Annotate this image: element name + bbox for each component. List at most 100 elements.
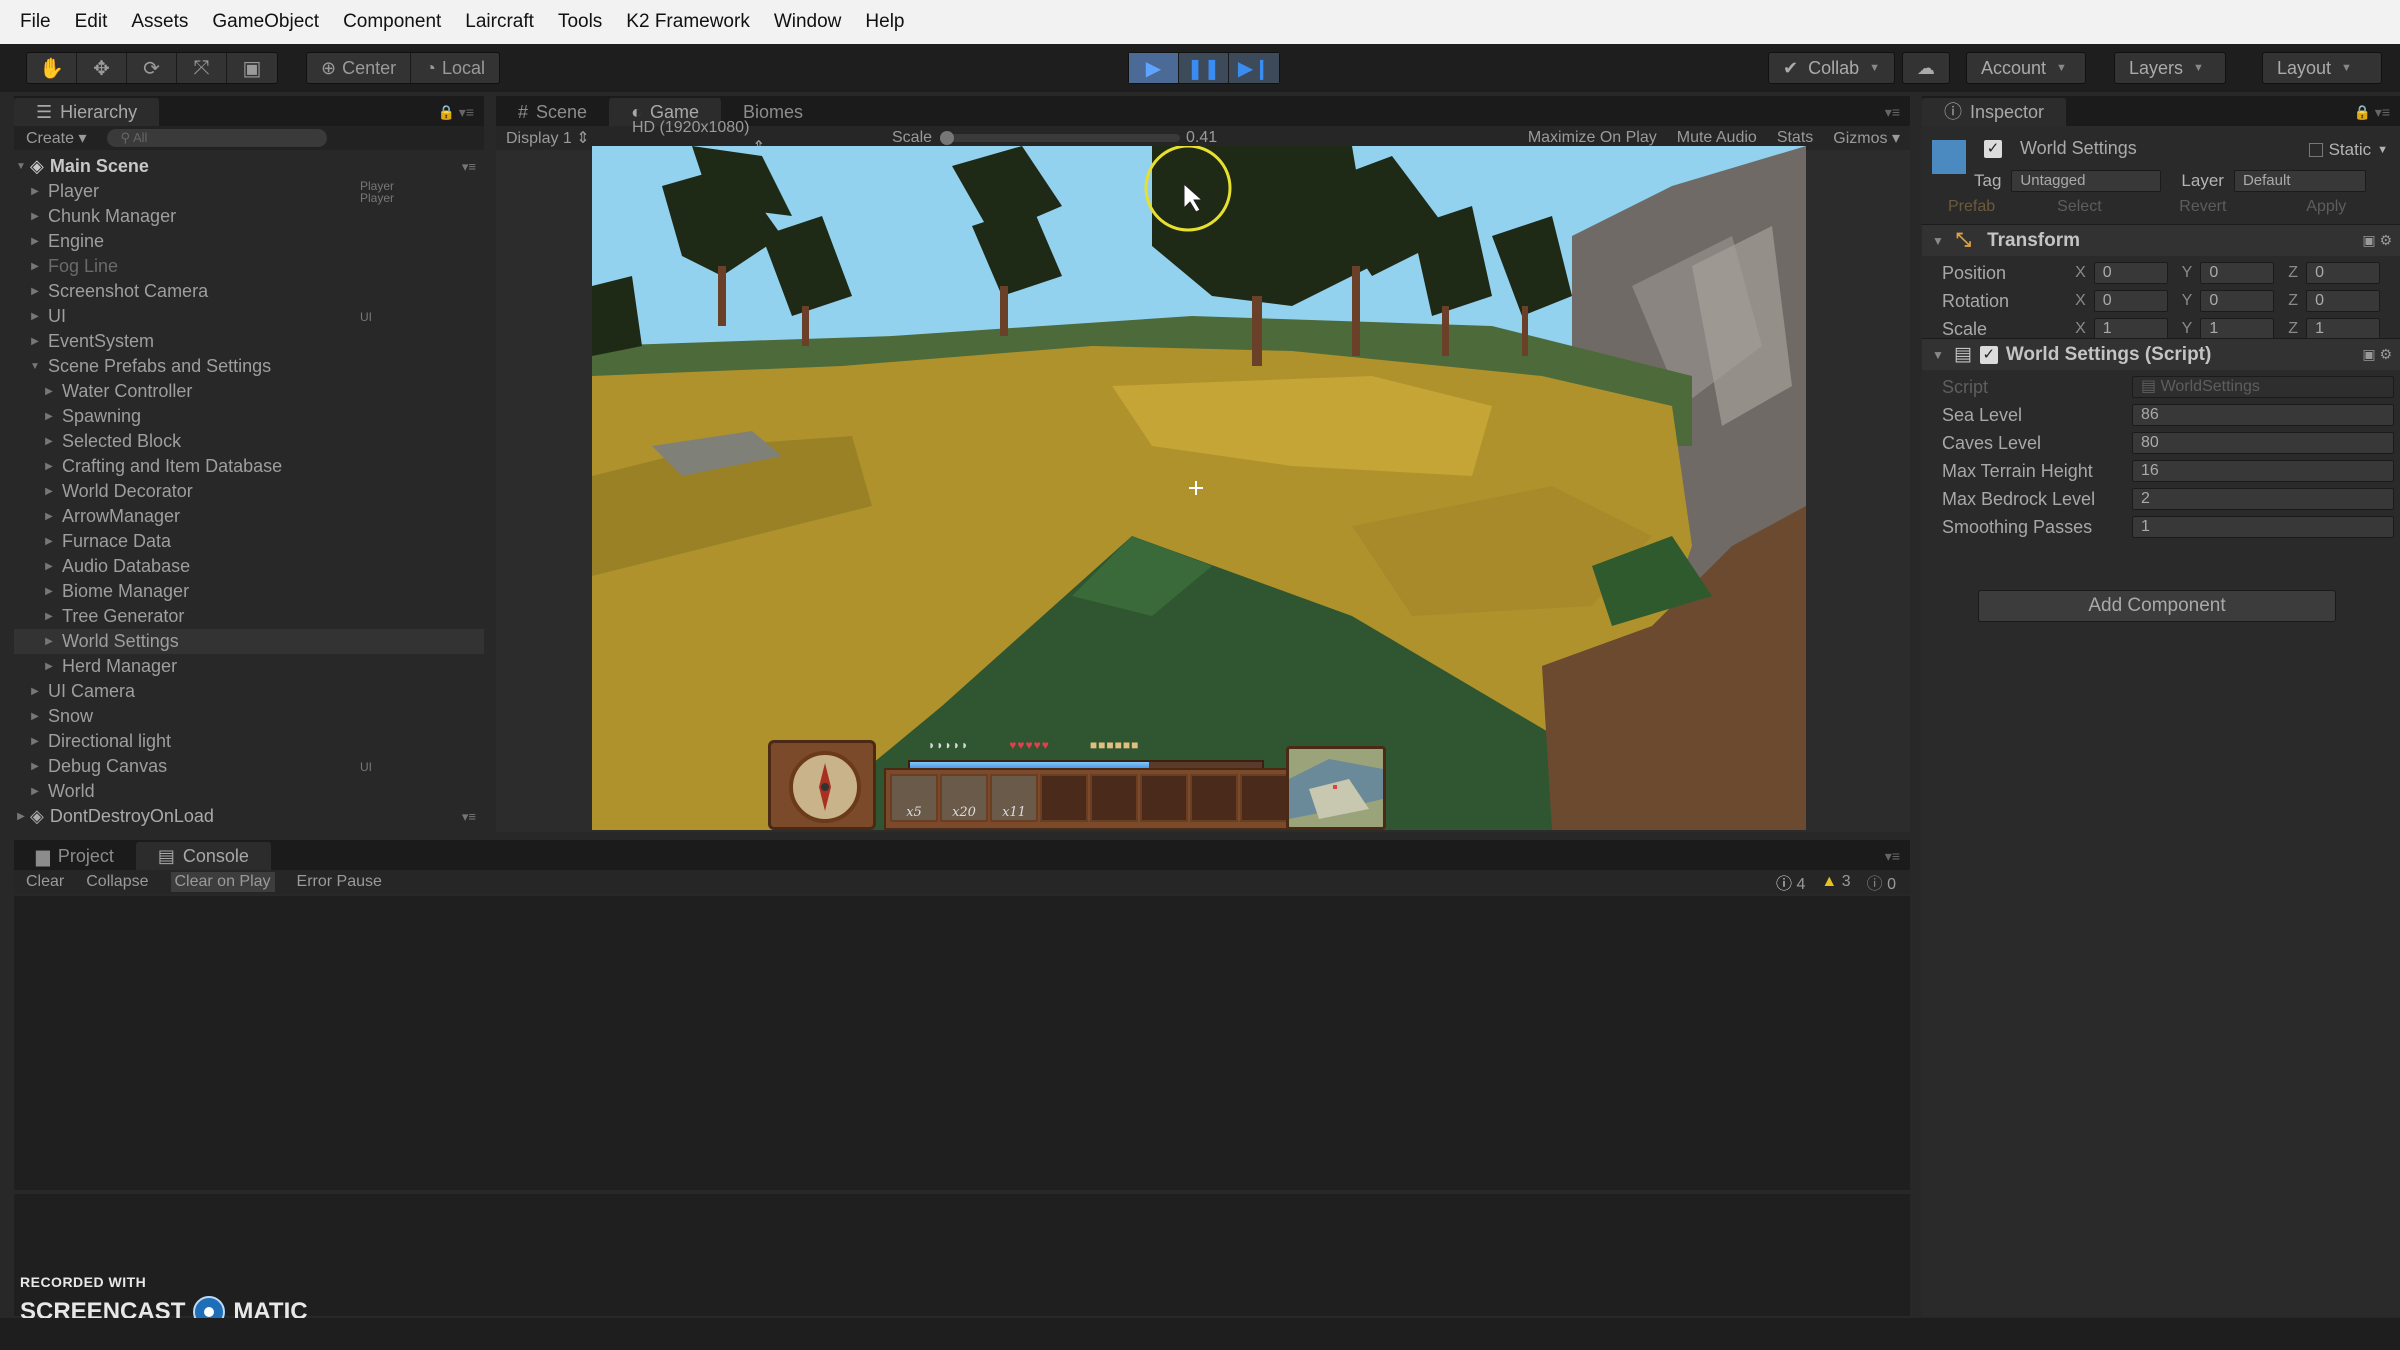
- layer-dropdown[interactable]: Default: [2233, 170, 2366, 192]
- transform-z-field[interactable]: 0: [2306, 290, 2380, 312]
- pivot-local-button[interactable]: ◔ Local: [411, 53, 499, 83]
- hierarchy-item[interactable]: ▶ Fog Line: [14, 254, 484, 279]
- hand-tool-icon[interactable]: ✋: [27, 53, 77, 83]
- panel-menu-icon[interactable]: 🔒 ▾≡: [2353, 98, 2400, 126]
- layout-dropdown[interactable]: Layout ▼: [2262, 52, 2382, 84]
- tab-console[interactable]: ▤ Console: [135, 842, 271, 870]
- rect-tool-icon[interactable]: ▣: [227, 53, 277, 83]
- scene-row[interactable]: ▼ ◈ Main Scene ▾≡: [14, 154, 484, 179]
- script-field-input[interactable]: 1: [2132, 516, 2394, 538]
- move-tool-icon[interactable]: ✥: [77, 53, 127, 83]
- hotbar-slot[interactable]: [1040, 774, 1088, 822]
- hierarchy-item[interactable]: ▶ EventSystem: [14, 329, 484, 354]
- step-button[interactable]: ▶❙: [1229, 53, 1279, 83]
- scene-menu-icon[interactable]: ▾≡: [462, 154, 476, 179]
- scale-slider[interactable]: [940, 131, 1181, 145]
- expand-arrow-icon[interactable]: ▶: [28, 179, 42, 204]
- transform-z-field[interactable]: 0: [2306, 262, 2380, 284]
- hierarchy-item[interactable]: ▶ World Settings: [14, 629, 484, 654]
- transform-y-field[interactable]: 0: [2200, 290, 2275, 312]
- error-filter-toggle[interactable]: ⓘ 0: [1867, 870, 1896, 894]
- error-pause-toggle[interactable]: Error Pause: [297, 873, 382, 891]
- expand-arrow-icon[interactable]: ▶: [28, 754, 42, 779]
- hierarchy-item[interactable]: ▶ Engine: [14, 229, 484, 254]
- slider-handle[interactable]: [940, 131, 955, 145]
- expand-arrow-icon[interactable]: ▶: [14, 804, 28, 829]
- account-dropdown[interactable]: Account ▼: [1966, 52, 2086, 84]
- clear-button[interactable]: Clear: [26, 873, 64, 891]
- menu-item-window[interactable]: Window: [762, 0, 854, 44]
- hierarchy-item[interactable]: ▶ Tree Generator: [14, 604, 484, 629]
- collapse-arrow-icon[interactable]: ▼: [28, 354, 42, 379]
- menu-item-edit[interactable]: Edit: [63, 0, 120, 44]
- layers-dropdown[interactable]: Layers ▼: [2114, 52, 2226, 84]
- hotbar-slot[interactable]: [1090, 774, 1138, 822]
- hotbar-slot[interactable]: x11: [990, 774, 1038, 822]
- script-field-input[interactable]: 16: [2132, 460, 2394, 482]
- collapse-toggle[interactable]: Collapse: [86, 873, 148, 891]
- expand-arrow-icon[interactable]: ▶: [28, 304, 42, 329]
- expand-arrow-icon[interactable]: ▼: [14, 154, 28, 179]
- hierarchy-item[interactable]: ▶ Furnace Data: [14, 529, 484, 554]
- prefab-select-button[interactable]: Select: [2018, 198, 2141, 216]
- expand-arrow-icon[interactable]: ▼: [1932, 348, 1944, 362]
- expand-arrow-icon[interactable]: ▶: [42, 379, 56, 404]
- gizmos-dropdown[interactable]: Gizmos ▾: [1823, 128, 1910, 148]
- hierarchy-item[interactable]: ▶ Player Player Player: [14, 179, 484, 204]
- menu-item-gameobject[interactable]: GameObject: [200, 0, 331, 44]
- hierarchy-item[interactable]: ▶ Water Controller: [14, 379, 484, 404]
- rotate-tool-icon[interactable]: ⟳: [127, 53, 177, 83]
- hierarchy-item[interactable]: ▶ ArrowManager: [14, 504, 484, 529]
- menu-item-tools[interactable]: Tools: [546, 0, 614, 44]
- scale-tool-icon[interactable]: ⤧: [177, 53, 227, 83]
- hierarchy-item[interactable]: ▶ Debug Canvas UI: [14, 754, 484, 779]
- expand-arrow-icon[interactable]: ▼: [1932, 234, 1944, 248]
- hierarchy-item[interactable]: ▶ Crafting and Item Database: [14, 454, 484, 479]
- tag-dropdown[interactable]: Untagged: [2011, 170, 2162, 192]
- script-field-input[interactable]: 2: [2132, 488, 2394, 510]
- component-settings-icon[interactable]: ▣ ⚙: [2362, 346, 2392, 363]
- expand-arrow-icon[interactable]: ▶: [42, 429, 56, 454]
- expand-arrow-icon[interactable]: ▶: [28, 729, 42, 754]
- display-dropdown[interactable]: Display 1 ⇕: [506, 128, 616, 148]
- hierarchy-search-input[interactable]: ⚲ All: [106, 129, 327, 147]
- create-dropdown[interactable]: Create ▾: [26, 128, 87, 148]
- scene-row[interactable]: ▶ ◈ DontDestroyOnLoad ▾≡: [14, 804, 484, 829]
- pause-button[interactable]: ❚❚: [1179, 53, 1229, 83]
- menu-item-assets[interactable]: Assets: [119, 0, 200, 44]
- expand-arrow-icon[interactable]: ▶: [42, 504, 56, 529]
- expand-arrow-icon[interactable]: ▶: [28, 704, 42, 729]
- clear-on-play-toggle[interactable]: Clear on Play: [170, 872, 275, 892]
- expand-arrow-icon[interactable]: ▶: [42, 654, 56, 679]
- script-field-input[interactable]: 86: [2132, 404, 2394, 426]
- script-field-input[interactable]: 80: [2132, 432, 2394, 454]
- collab-dropdown[interactable]: ✔ Collab ▼: [1768, 52, 1896, 84]
- hierarchy-item[interactable]: ▼ Scene Prefabs and Settings: [14, 354, 484, 379]
- transform-x-field[interactable]: 1: [2093, 318, 2168, 340]
- panel-menu-icon[interactable]: 🔒 ▾≡: [437, 98, 484, 126]
- active-checkbox[interactable]: ✓: [1984, 140, 2002, 158]
- maximize-on-play-toggle[interactable]: Maximize On Play: [1518, 129, 1667, 147]
- transform-header[interactable]: ▼ ⤡ Transform ▣ ⚙: [1922, 224, 2400, 256]
- hierarchy-item[interactable]: ▶ Biome Manager: [14, 579, 484, 604]
- tab-scene[interactable]: # Scene: [496, 98, 609, 126]
- play-button[interactable]: ▶: [1129, 53, 1179, 83]
- hierarchy-item[interactable]: ▶ UI UI: [14, 304, 484, 329]
- menu-item-file[interactable]: File: [8, 0, 63, 44]
- menu-item-k2-framework[interactable]: K2 Framework: [614, 0, 762, 44]
- static-toggle[interactable]: Static ▼: [2308, 140, 2388, 160]
- hierarchy-item[interactable]: ▶ Snow: [14, 704, 484, 729]
- component-enabled-checkbox[interactable]: ✓: [1979, 345, 1998, 364]
- static-checkbox[interactable]: [2308, 143, 2323, 157]
- game-render[interactable]: ◗◗◗◗◗ ♥♥♥♥♥ ■■■■■■ x5 x20 x11: [592, 146, 1806, 830]
- tab-hierarchy[interactable]: ☰ Hierarchy: [14, 98, 160, 126]
- object-name-field[interactable]: World Settings: [2012, 138, 2272, 160]
- tab-project[interactable]: ▆ Project: [14, 842, 136, 870]
- hierarchy-item[interactable]: ▶ Spawning: [14, 404, 484, 429]
- mute-audio-toggle[interactable]: Mute Audio: [1667, 129, 1767, 147]
- info-filter-toggle[interactable]: ⓘ 4: [1776, 870, 1805, 894]
- hotbar-slot[interactable]: [1240, 774, 1288, 822]
- hotbar-slot[interactable]: x20: [940, 774, 988, 822]
- expand-arrow-icon[interactable]: ▶: [42, 604, 56, 629]
- hierarchy-item[interactable]: ▶ Selected Block: [14, 429, 484, 454]
